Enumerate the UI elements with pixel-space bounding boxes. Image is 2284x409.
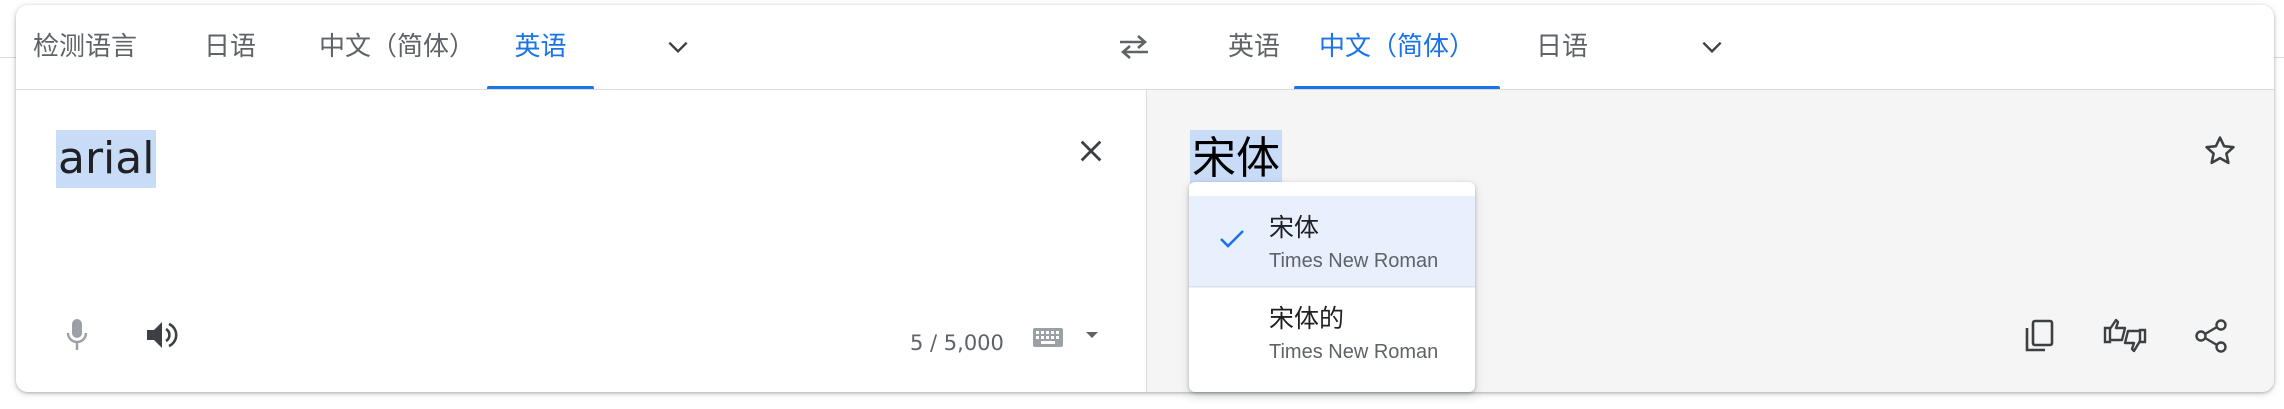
keyboard-icon	[1033, 328, 1098, 347]
alternative-subtext: Times New Roman	[1269, 250, 1439, 272]
share-translation-button[interactable]	[2187, 312, 2235, 360]
save-translation-button[interactable]	[2195, 126, 2245, 176]
swap-languages-button[interactable]	[1112, 25, 1156, 69]
translate-card: 检测语言 日语 中文（简体） 英语 英语 中文（简体） 日语 arial 5 /…	[16, 5, 2274, 392]
target-language-more-button[interactable]	[1690, 25, 1734, 69]
swap-languages-icon	[1120, 35, 1148, 59]
tab-label: 检测语言	[32, 32, 137, 62]
tab-source-japanese[interactable]: 日语	[188, 5, 272, 89]
alternative-text: 宋体	[1269, 213, 1320, 242]
alternative-text: 宋体的	[1269, 304, 1345, 333]
tab-label: 日语	[203, 32, 256, 62]
copy-translation-button[interactable]	[2015, 312, 2063, 360]
share-icon	[2195, 319, 2227, 353]
tab-label: 中文（简体）	[1318, 32, 1475, 62]
tab-source-english[interactable]: 英语	[487, 5, 594, 89]
tab-source-detect-language[interactable]: 检测语言	[28, 5, 142, 89]
source-textarea[interactable]: arial	[56, 130, 157, 188]
thumbs-feedback-icon	[2103, 318, 2147, 353]
star-icon	[2205, 136, 2235, 165]
microphone-icon	[66, 319, 88, 350]
clear-source-button[interactable]	[1066, 126, 1116, 176]
translation-output[interactable]: 宋体	[1190, 130, 1282, 188]
source-pane: arial 5 / 5,000	[16, 90, 1146, 392]
chevron-down-icon	[1702, 41, 1722, 54]
tab-target-chinese-simplified[interactable]: 中文（简体）	[1294, 5, 1500, 89]
tab-label: 英语	[514, 32, 567, 62]
tab-label: 中文（简体）	[318, 32, 475, 62]
close-icon	[1080, 140, 1102, 162]
alternative-translation-option[interactable]: 宋体的 Times New Roman	[1189, 287, 1475, 379]
language-toolbar: 检测语言 日语 中文（简体） 英语 英语 中文（简体） 日语	[16, 5, 2274, 90]
tab-label: 英语	[1227, 32, 1280, 62]
listen-source-button[interactable]	[139, 312, 185, 358]
voice-input-button[interactable]	[54, 312, 100, 358]
check-icon	[1220, 230, 1244, 248]
tab-target-english[interactable]: 英语	[1212, 5, 1296, 89]
source-language-more-button[interactable]	[656, 25, 700, 69]
character-count: 5 / 5,000	[910, 331, 1004, 355]
rate-translation-button[interactable]	[2101, 312, 2149, 360]
copy-icon	[2025, 319, 2054, 352]
input-tools-button[interactable]	[1030, 320, 1110, 354]
tab-source-chinese-simplified[interactable]: 中文（简体）	[300, 5, 494, 89]
alternative-translations-menu: 宋体 Times New Roman 宋体的 Times New Roman	[1189, 182, 1475, 392]
alternative-subtext: Times New Roman	[1269, 341, 1439, 363]
speaker-icon	[147, 322, 178, 348]
tab-label: 日语	[1535, 32, 1588, 62]
chevron-down-icon	[668, 41, 688, 54]
alternative-translation-option[interactable]: 宋体 Times New Roman	[1189, 196, 1475, 288]
active-tab-underline	[1294, 86, 1500, 89]
tab-target-japanese[interactable]: 日语	[1520, 5, 1604, 89]
active-tab-underline	[487, 86, 594, 89]
